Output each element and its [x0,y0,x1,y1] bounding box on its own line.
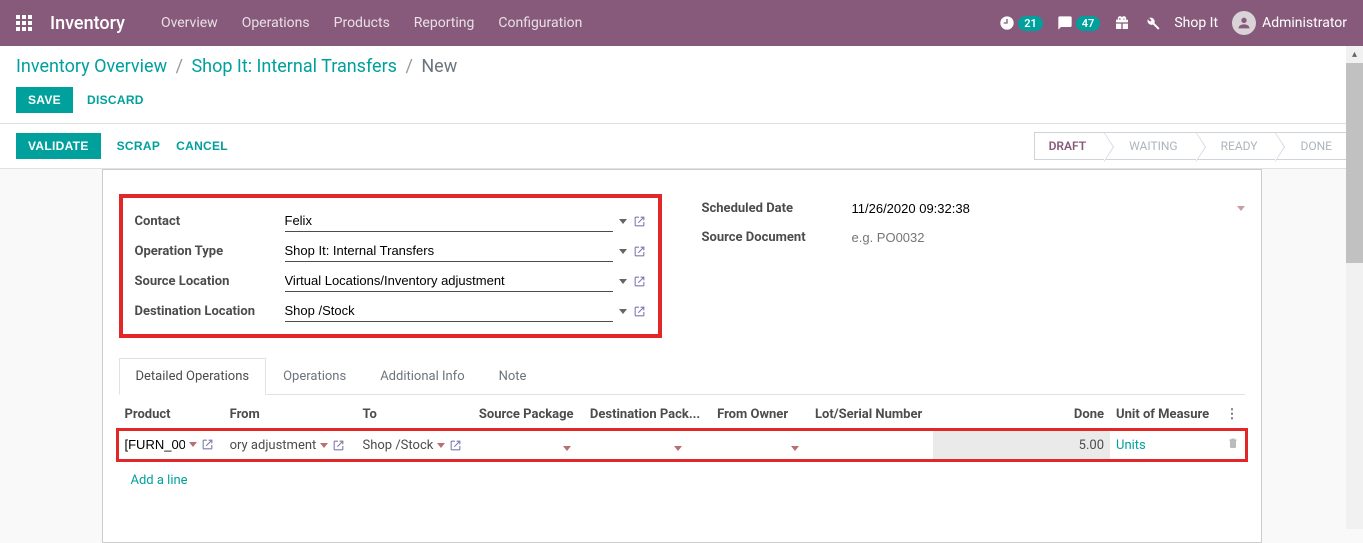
label-operation-type: Operation Type [135,236,285,266]
source-document-input[interactable] [852,227,1245,248]
th-destination-package: Destination Pack... [584,399,711,431]
chevron-down-icon[interactable] [619,309,627,314]
tab-note[interactable]: Note [482,358,544,395]
highlight-left-fields: Contact Operation Type [119,194,662,338]
label-source-document: Source Document [702,223,852,252]
destination-location-input[interactable] [285,300,613,322]
timer-widget[interactable]: 21 [999,15,1043,31]
table-row[interactable]: ory adjustment Shop /Stock [119,431,1245,460]
breadcrumb-parent[interactable]: Shop It: Internal Transfers [191,56,396,77]
discard-button[interactable]: DISCARD [87,93,144,107]
contact-input[interactable] [285,210,613,232]
scroll-thumb[interactable] [1346,63,1363,263]
chevron-down-icon[interactable] [1237,206,1245,211]
external-link-icon[interactable] [201,438,214,451]
avatar-icon [1232,11,1256,35]
validate-button[interactable]: VALIDATE [16,133,101,159]
menu-products[interactable]: Products [334,15,390,31]
label-contact: Contact [135,206,285,236]
tab-detailed-operations[interactable]: Detailed Operations [119,358,267,395]
th-source-package: Source Package [473,399,584,431]
label-destination-location: Destination Location [135,296,285,326]
chevron-down-icon[interactable] [619,219,627,224]
tab-additional-info[interactable]: Additional Info [363,358,481,395]
cancel-button[interactable]: CANCEL [176,139,228,153]
chevron-down-icon[interactable] [189,442,197,447]
chat-icon [1057,15,1073,31]
add-line-link[interactable]: Add a line [125,465,194,496]
row-uom-value[interactable]: Units [1116,438,1146,453]
chat-count: 47 [1076,16,1101,31]
chevron-down-icon[interactable] [563,446,571,451]
row-from-value[interactable]: ory adjustment [230,438,317,453]
th-from-owner: From Owner [711,399,809,431]
scrap-button[interactable]: SCRAP [117,139,161,153]
chevron-down-icon[interactable] [619,279,627,284]
timer-count: 21 [1018,16,1043,31]
external-link-icon[interactable] [332,439,345,452]
clock-icon [999,15,1015,31]
status-waiting[interactable]: WAITING [1104,132,1195,160]
chevron-down-icon[interactable] [437,443,445,448]
external-link-icon[interactable] [449,439,462,452]
wrench-icon[interactable] [1144,15,1160,31]
chevron-down-icon[interactable] [674,446,682,451]
menu-reporting[interactable]: Reporting [414,15,475,31]
user-name: Administrator [1262,15,1347,31]
menu-configuration[interactable]: Configuration [498,15,582,31]
status-done[interactable]: DONE [1275,132,1347,160]
messaging-widget[interactable]: 47 [1057,15,1101,31]
th-from: From [224,399,357,431]
label-source-location: Source Location [135,266,285,296]
label-scheduled-date: Scheduled Date [702,194,852,223]
status-ready[interactable]: READY [1196,132,1276,160]
save-button[interactable]: SAVE [16,87,73,113]
external-link-icon[interactable] [633,275,646,288]
external-link-icon[interactable] [633,245,646,258]
breadcrumb-root[interactable]: Inventory Overview [16,56,167,77]
menu-operations[interactable]: Operations [242,15,310,31]
status-draft[interactable]: DRAFT [1034,132,1105,160]
scheduled-date-input[interactable] [852,198,1231,219]
operation-type-input[interactable] [285,240,613,262]
user-menu[interactable]: Administrator [1232,11,1347,35]
th-lot: Lot/Serial Number [809,399,933,431]
tab-operations[interactable]: Operations [266,358,363,395]
row-done-value[interactable]: 5.00 [933,431,1110,460]
shop-link[interactable]: Shop It [1174,15,1218,31]
external-link-icon[interactable] [633,305,646,318]
th-uom: Unit of Measure [1110,399,1219,431]
status-bar: DRAFT WAITING READY DONE [1034,132,1347,160]
breadcrumb-current: New [421,56,457,77]
row-to-value[interactable]: Shop /Stock [363,438,434,453]
scrollbar[interactable]: ▴ [1346,46,1363,529]
th-to: To [357,399,473,431]
apps-icon[interactable] [16,15,32,31]
chevron-down-icon[interactable] [791,446,799,451]
breadcrumb: Inventory Overview / Shop It: Internal T… [16,56,1347,77]
gift-icon[interactable] [1114,15,1130,31]
app-brand[interactable]: Inventory [50,13,125,34]
row-product-input[interactable] [125,437,185,452]
chevron-down-icon[interactable] [619,249,627,254]
chevron-down-icon[interactable] [320,443,328,448]
external-link-icon[interactable] [633,215,646,228]
kebab-icon[interactable]: ⋮ [1226,407,1239,422]
th-done: Done [933,399,1110,431]
source-location-input[interactable] [285,270,613,292]
th-product: Product [119,399,224,431]
trash-icon[interactable] [1227,437,1239,449]
menu-overview[interactable]: Overview [161,15,218,31]
scroll-up-icon[interactable]: ▴ [1346,46,1363,63]
